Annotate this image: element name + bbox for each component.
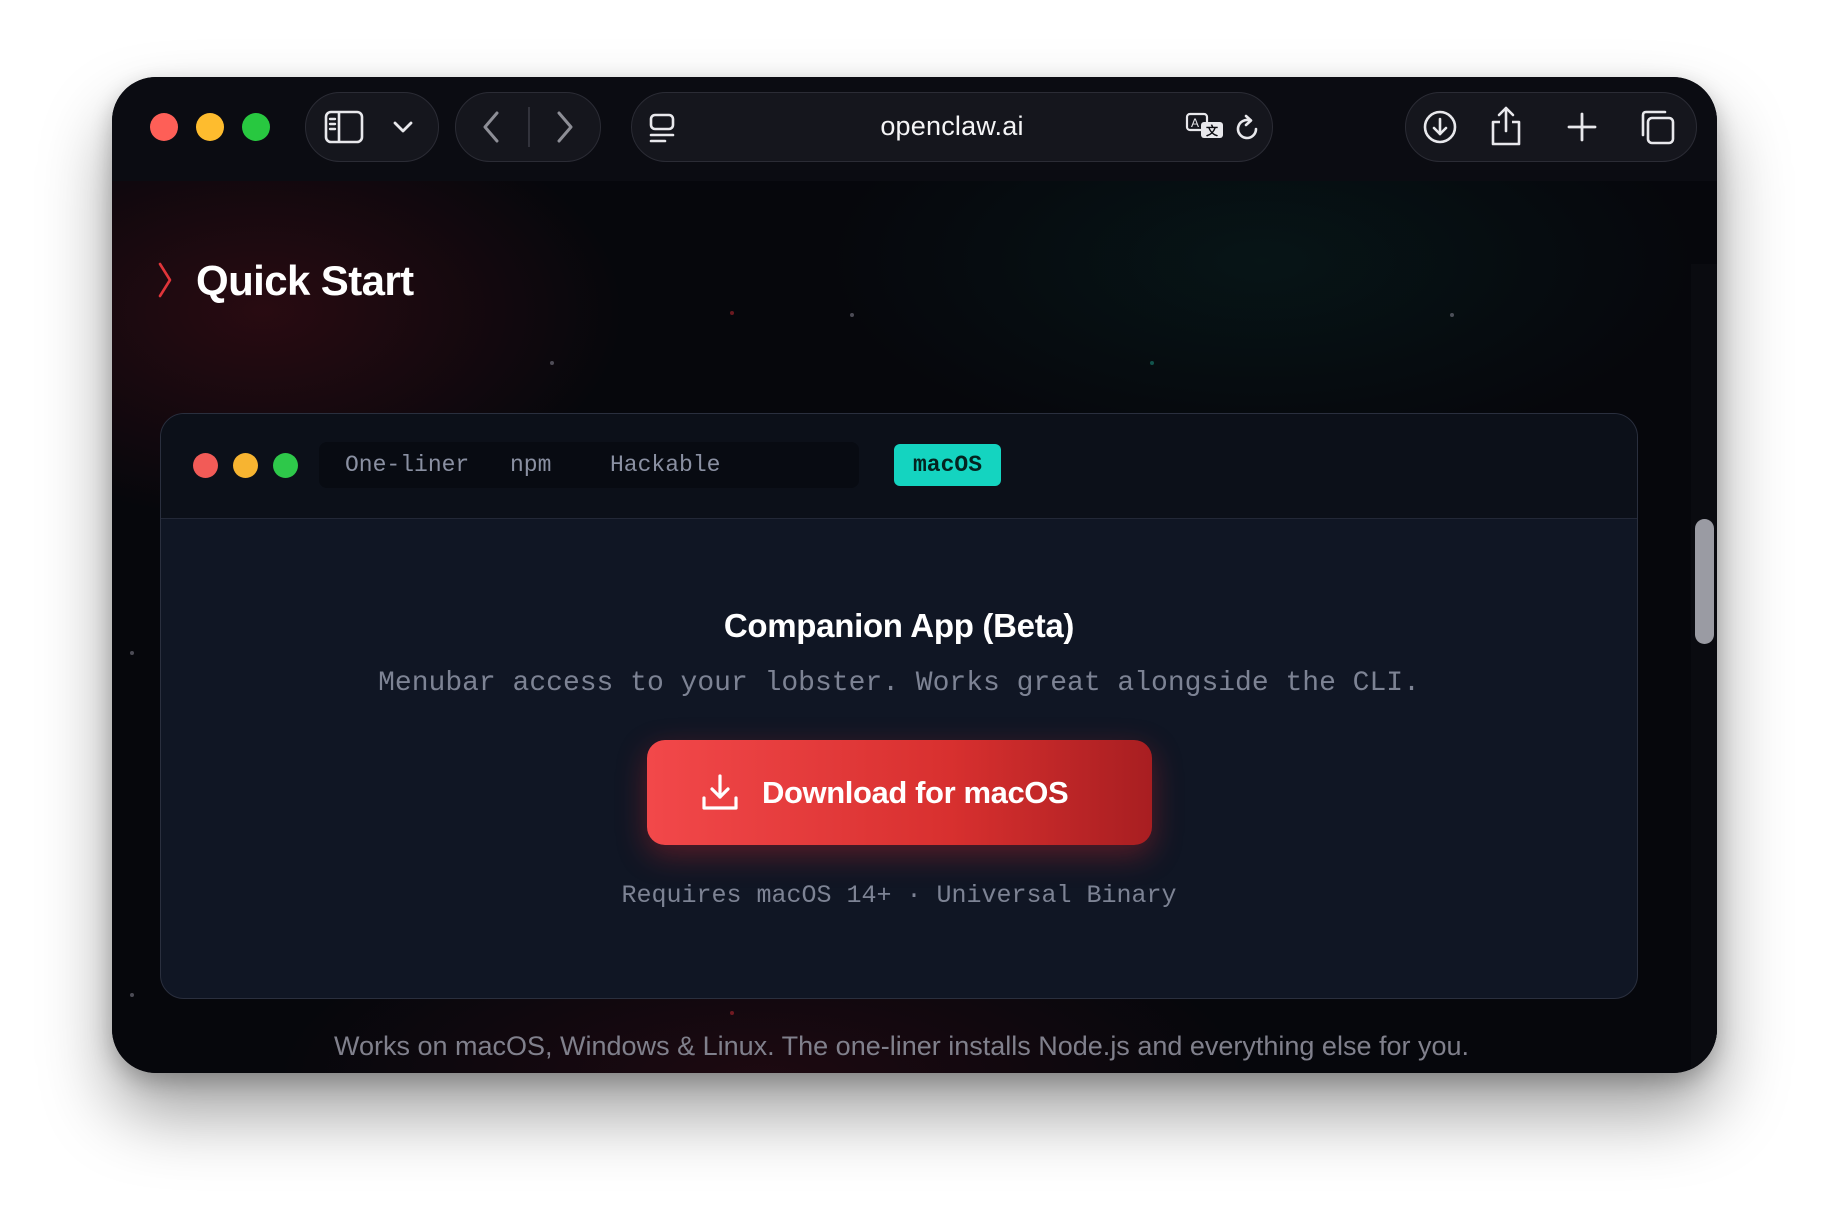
scrollbar[interactable] [1691, 264, 1717, 1072]
browser-window: openclaw.ai A 文 Quick Start One-liner np… [112, 77, 1717, 1073]
terminal-dot-yellow [233, 453, 258, 478]
tab-hackable[interactable]: Hackable [591, 442, 739, 488]
nav-divider [528, 107, 530, 147]
chevron-down-icon[interactable] [392, 119, 414, 135]
download-macos-button[interactable]: Download for macOS [647, 740, 1152, 845]
chevron-left-icon[interactable] [480, 110, 502, 144]
panel-title: Companion App (Beta) [723, 607, 1075, 644]
page-content: Quick Start One-liner npm Hackable macOS… [112, 181, 1717, 1073]
background-star [730, 311, 734, 315]
scrollbar-thumb[interactable] [1695, 519, 1714, 644]
background-star [1450, 313, 1454, 317]
minimize-window-button[interactable] [196, 113, 224, 141]
chevron-right-icon[interactable] [554, 110, 576, 144]
section-title: Quick Start [196, 257, 414, 304]
background-star [1150, 361, 1154, 365]
quick-start-terminal-card: One-liner npm Hackable macOS Companion A… [160, 413, 1638, 999]
background-star [130, 651, 134, 655]
platform-note: Works on macOS, Windows & Linux. The one… [333, 1031, 1470, 1061]
tab-one-liner[interactable]: One-liner [326, 442, 488, 488]
sidebar-icon[interactable] [324, 110, 364, 144]
download-button-label: Download for macOS [762, 775, 1069, 810]
tab-macos[interactable]: macOS [894, 444, 1002, 486]
share-icon[interactable] [1490, 105, 1522, 147]
close-window-button[interactable] [150, 113, 178, 141]
terminal-header: One-liner npm Hackable macOS [161, 414, 1637, 519]
download-circle-icon[interactable] [1422, 109, 1458, 145]
install-method-tabs: One-liner npm Hackable macOS [319, 442, 1002, 488]
address-bar[interactable]: openclaw.ai A 文 [631, 92, 1273, 162]
background-star [550, 361, 554, 365]
plus-icon[interactable] [1567, 112, 1597, 142]
navigation-group [455, 92, 601, 162]
toolbar-actions-group [1405, 92, 1697, 162]
background-star [850, 313, 854, 317]
translate-icon[interactable]: A 文 [1185, 112, 1225, 142]
chevron-right-icon [158, 262, 172, 298]
browser-toolbar: openclaw.ai A 文 [112, 77, 1717, 181]
background-star [730, 1011, 734, 1015]
tabs-icon[interactable] [1638, 108, 1676, 146]
svg-text:A: A [1191, 116, 1199, 130]
background-star [130, 993, 134, 997]
tab-npm[interactable]: npm [491, 442, 570, 488]
requirements-text: Requires macOS 14+ · Universal Binary [621, 881, 1177, 910]
reload-icon[interactable] [1234, 113, 1262, 143]
sidebar-toggle-group [305, 92, 439, 162]
terminal-dot-green [273, 453, 298, 478]
url-text[interactable]: openclaw.ai [632, 93, 1272, 160]
download-icon [702, 774, 738, 810]
svg-text:文: 文 [1206, 123, 1219, 138]
zoom-window-button[interactable] [242, 113, 270, 141]
panel-subtitle: Menubar access to your lobster. Works gr… [378, 668, 1420, 699]
terminal-dot-red [193, 453, 218, 478]
